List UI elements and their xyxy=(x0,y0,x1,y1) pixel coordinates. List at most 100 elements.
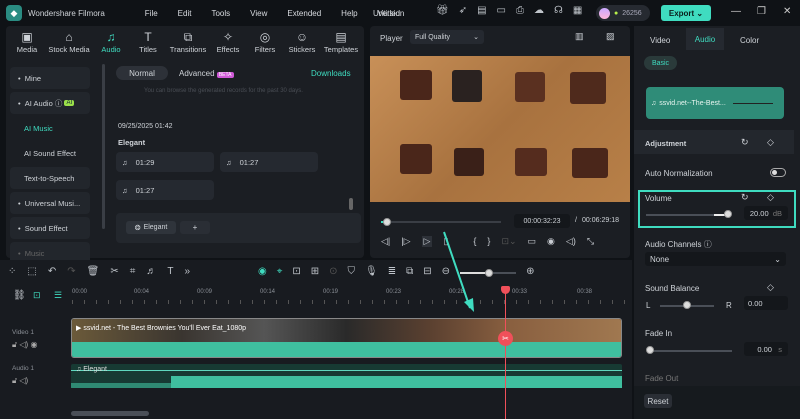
tab-video[interactable]: Video xyxy=(650,36,670,45)
quality-select[interactable]: Full Quality ⌄ xyxy=(410,30,484,44)
add-tag-button[interactable]: + xyxy=(180,221,210,234)
rocket-icon[interactable]: ➶ xyxy=(459,5,467,16)
balance-keyframe-icon[interactable]: ◇ xyxy=(767,282,774,293)
tab-color[interactable]: Color xyxy=(740,36,759,45)
video-preview[interactable] xyxy=(370,56,630,202)
voiceover-icon[interactable]: ≣ xyxy=(388,266,396,277)
layout-icon[interactable]: ▭ xyxy=(497,5,506,16)
grid-view-icon[interactable]: ▥ xyxy=(575,31,584,42)
minimize-icon[interactable]: — xyxy=(731,6,741,17)
keyframe-icon[interactable]: ◇ xyxy=(767,137,774,148)
tab-filters[interactable]: ◎ Filters xyxy=(248,30,282,54)
content-scrollbar[interactable] xyxy=(349,198,353,210)
delete-icon[interactable]: 🗑︎ xyxy=(87,266,100,277)
balance-knob[interactable] xyxy=(683,301,691,309)
audio-clip-preview[interactable]: ♫ ssvid.net--The-Best... xyxy=(646,87,784,119)
tab-templates[interactable]: ▤ Templates xyxy=(322,30,360,54)
ai-cut-icon[interactable]: ⊞ xyxy=(311,266,319,277)
credits-badge[interactable]: ● 26256 xyxy=(596,5,650,21)
style-tag[interactable]: ❂ Elegant xyxy=(126,221,176,234)
cloud-icon[interactable]: ☁ xyxy=(534,5,544,16)
volume-slider[interactable] xyxy=(646,210,732,218)
tab-effects[interactable]: ✧ Effects xyxy=(211,30,245,54)
menu-extended[interactable]: Extended xyxy=(287,9,321,18)
replace-icon[interactable]: ⧉ xyxy=(406,266,413,277)
crop-icon[interactable]: ⌗ xyxy=(130,266,136,277)
tab-transitions[interactable]: ⧉ Transitions xyxy=(168,30,208,54)
menu-file[interactable]: File xyxy=(145,9,158,18)
menu-tools[interactable]: Tools xyxy=(211,9,230,18)
auto-normalization-toggle[interactable] xyxy=(770,168,786,177)
sidebar-item-ai-music[interactable]: AI Music xyxy=(10,117,90,139)
next-frame-icon[interactable]: |▷ xyxy=(401,236,410,247)
marker-icon[interactable]: ⊡ xyxy=(292,266,300,277)
tab-titles[interactable]: T Titles xyxy=(131,30,165,54)
support-icon[interactable]: ☊ xyxy=(554,5,563,16)
snap-icon[interactable]: ⌖ xyxy=(277,266,283,277)
link-icon[interactable]: ⛓ xyxy=(13,290,26,301)
basic-tab[interactable]: Basic xyxy=(644,56,677,70)
tab-normal[interactable]: Normal xyxy=(116,66,168,80)
reset-button[interactable]: Reset xyxy=(644,394,672,408)
close-icon[interactable]: ✕ xyxy=(783,6,791,17)
playback-progress[interactable] xyxy=(381,218,501,226)
sidebar-item-ai-audio[interactable]: • AI Audio ⓘ AI xyxy=(10,92,90,114)
video-clip[interactable]: ▶ ssvid.net - The Best Brownies You'll E… xyxy=(71,318,622,358)
menu-edit[interactable]: Edit xyxy=(178,9,192,18)
track-add-icon[interactable]: ⊡ xyxy=(33,290,41,301)
zoom-knob[interactable] xyxy=(485,269,494,277)
menu-view[interactable]: View xyxy=(250,9,267,18)
track-controls[interactable]: 🔓︎ ◁) ◉ xyxy=(12,340,37,350)
fit-icon[interactable]: ⊟ xyxy=(423,266,431,277)
text-icon[interactable]: T xyxy=(167,266,173,277)
apps-icon[interactable]: ▦ xyxy=(573,5,582,16)
downloads-link[interactable]: Downloads xyxy=(311,69,351,78)
sidebar-item-text-to-speech[interactable]: Text-to-Speech xyxy=(10,167,90,189)
music-item[interactable]: ♫ 01:27 xyxy=(116,180,214,200)
tab-stock-media[interactable]: ⌂ Stock Media xyxy=(47,30,91,54)
layout-icon[interactable]: ⁘ xyxy=(8,266,16,277)
volume-keyframe-icon[interactable]: ◇ xyxy=(767,192,774,203)
playhead[interactable] xyxy=(505,288,506,419)
fade-in-knob[interactable] xyxy=(646,346,654,354)
tab-advanced[interactable]: Advanced BETA xyxy=(179,69,234,78)
gift-icon[interactable]: 🎁︎ xyxy=(436,5,449,16)
menu-help[interactable]: Help xyxy=(341,9,357,18)
balance-slider[interactable] xyxy=(660,301,714,309)
mark-out-icon[interactable]: } xyxy=(487,236,490,247)
speed-icon[interactable]: ⊙ xyxy=(329,266,337,277)
snapshot-view-icon[interactable]: ▨ xyxy=(606,31,615,42)
current-time[interactable]: 00:00:32:23 xyxy=(514,214,570,228)
display-icon[interactable]: ▭ xyxy=(528,236,537,247)
zoom-in-icon[interactable]: ⊕ xyxy=(526,266,534,277)
select-icon[interactable]: ⬚ xyxy=(27,266,36,277)
save-icon[interactable]: ⎙ xyxy=(516,5,524,16)
camera-icon[interactable]: ◉ xyxy=(547,236,555,247)
reset-icon[interactable]: ↻ xyxy=(741,137,749,148)
volume-knob[interactable] xyxy=(724,210,732,218)
task-icon[interactable]: ▤ xyxy=(477,5,486,16)
audio-clip[interactable]: ♫ Elegant xyxy=(71,364,622,388)
play-icon[interactable]: ▷ xyxy=(421,236,433,247)
sidebar-item-ai-sound-effect[interactable]: AI Sound Effect xyxy=(10,142,90,164)
record-icon[interactable]: ◉ xyxy=(258,266,267,277)
audio-channels-select[interactable]: None ⌄ xyxy=(645,252,786,266)
export-button[interactable]: Export ⌄ xyxy=(661,5,711,21)
volume-input[interactable]: 20.00 dB xyxy=(744,206,788,220)
music-item[interactable]: ♫ 01:27 xyxy=(220,152,318,172)
music-item[interactable]: ♫ 01:29 xyxy=(116,152,214,172)
volume-icon[interactable]: ◁) xyxy=(566,236,576,247)
track-manage-icon[interactable]: ☰ xyxy=(54,290,62,301)
timeline-scrollbar[interactable] xyxy=(71,411,149,416)
split-icon[interactable]: ✂ xyxy=(498,331,513,346)
sidebar-item-universal-music[interactable]: • Universal Musi... xyxy=(10,192,90,214)
audio-track-controls[interactable]: 🔓︎ ◁) xyxy=(12,376,28,386)
sidebar-item-sound-effect[interactable]: • Sound Effect xyxy=(10,217,90,239)
sidebar-scrollbar[interactable] xyxy=(102,64,105,229)
restore-icon[interactable]: ❐ xyxy=(757,6,766,17)
audio-edit-icon[interactable]: ♬ xyxy=(146,266,156,277)
more-icon[interactable]: » xyxy=(184,266,190,277)
fade-in-slider[interactable] xyxy=(646,346,732,354)
tab-audio-props[interactable]: Audio xyxy=(686,28,724,50)
shield-icon[interactable]: ⛉ xyxy=(348,266,356,277)
